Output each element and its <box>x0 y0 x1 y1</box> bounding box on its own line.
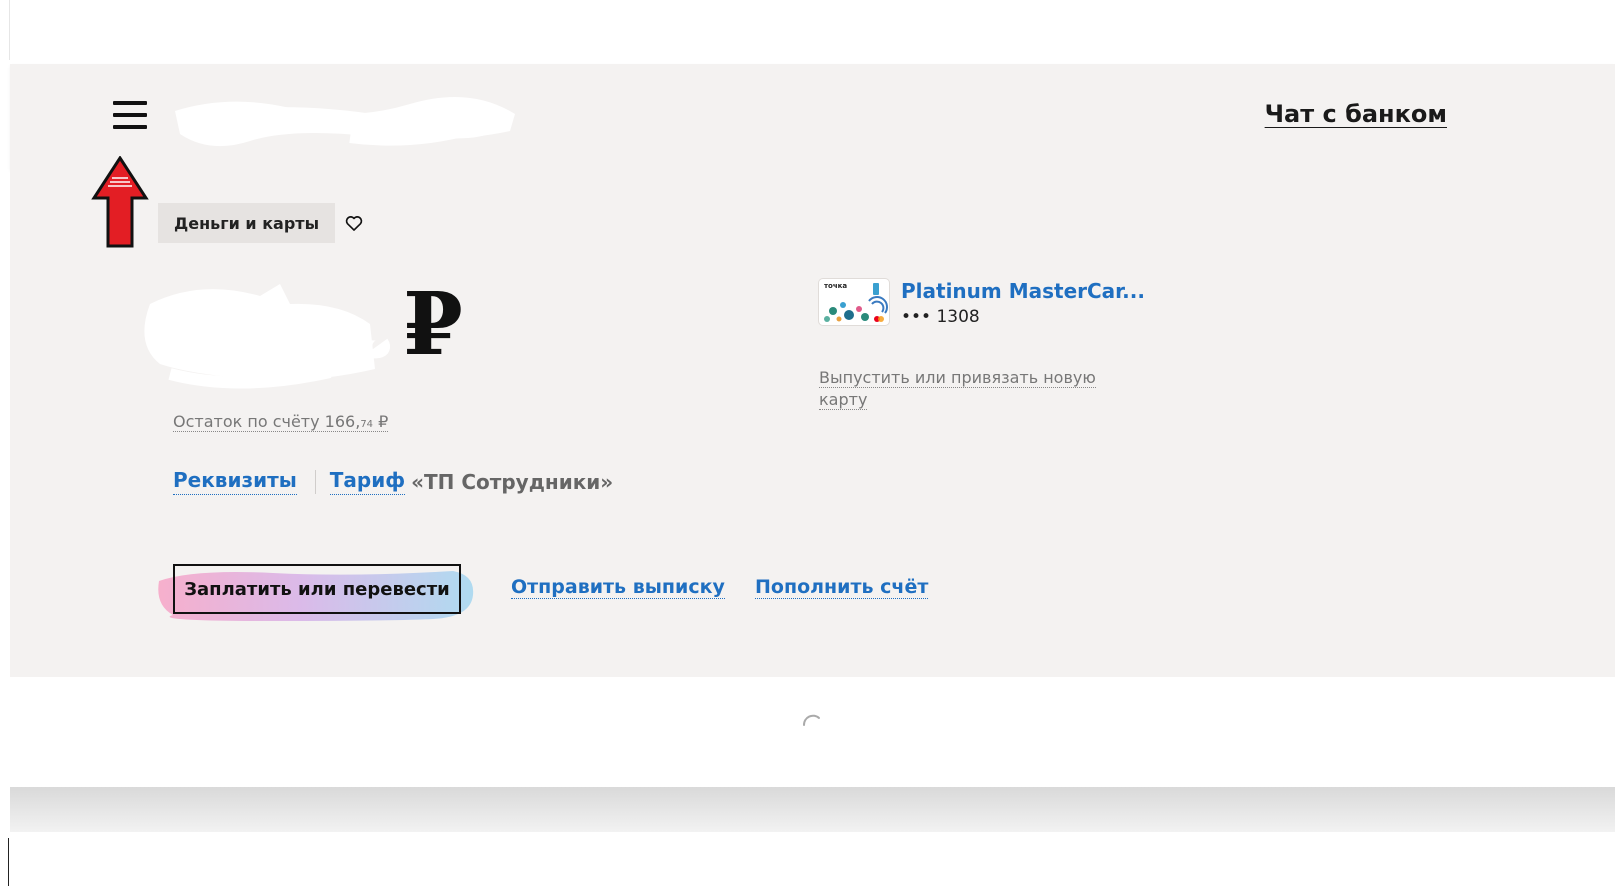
card-name-link[interactable]: Platinum MasterCar... <box>901 279 1145 303</box>
loading-spinner-icon <box>802 714 820 726</box>
redacted-company-name <box>175 96 515 147</box>
page-edge-line <box>9 0 10 60</box>
send-statement-link[interactable]: Отправить выписку <box>511 576 725 599</box>
remaining-balance[interactable]: Остаток по счёту 166,74 ₽ <box>173 412 389 432</box>
remaining-kopecks: 74 <box>360 419 374 430</box>
breadcrumb-money-and-cards[interactable]: Деньги и карты <box>158 203 336 243</box>
remaining-currency: ₽ <box>373 412 389 431</box>
currency-symbol: ₽ <box>403 274 463 375</box>
top-up-account-link[interactable]: Пополнить счёт <box>755 576 929 599</box>
top-header: Чат с банком <box>10 64 1615 169</box>
account-links: Реквизиты Тариф «ТП Сотрудники» <box>173 468 613 495</box>
tariff-link[interactable]: Тариф <box>329 468 406 495</box>
card-number: ••• 1308 <box>901 307 980 327</box>
issue-new-card-link[interactable]: Выпустить или привязать новую карту <box>819 367 1119 411</box>
links-divider <box>314 469 316 494</box>
issue-card-label: Выпустить или привязать новую карту <box>819 368 1096 410</box>
chat-with-bank-link[interactable]: Чат с банком <box>1265 100 1447 128</box>
redacted-balance-amount <box>144 284 390 389</box>
requisites-link[interactable]: Реквизиты <box>173 468 297 495</box>
overlay-shadow-band <box>10 787 1615 832</box>
balance-amount: ₽ <box>130 274 530 404</box>
account-panel: Деньги и карты ₽ Остаток по счёту 166,74… <box>10 156 1615 677</box>
card-image: точка <box>819 279 889 325</box>
text-cursor-mark <box>8 838 9 886</box>
menu-icon[interactable] <box>113 101 147 131</box>
tariff-name: «ТП Сотрудники» <box>411 469 614 494</box>
breadcrumb-label: Деньги и карты <box>174 213 320 233</box>
heart-icon[interactable] <box>344 213 364 233</box>
content-loading-area <box>10 677 1615 787</box>
remaining-label: Остаток по счёту 166, <box>173 412 361 431</box>
red-arrow-annotation-icon <box>91 156 149 248</box>
action-bar: Заплатить или перевести Отправить выписк… <box>158 564 1073 621</box>
pay-or-transfer-button[interactable]: Заплатить или перевести <box>173 564 461 614</box>
